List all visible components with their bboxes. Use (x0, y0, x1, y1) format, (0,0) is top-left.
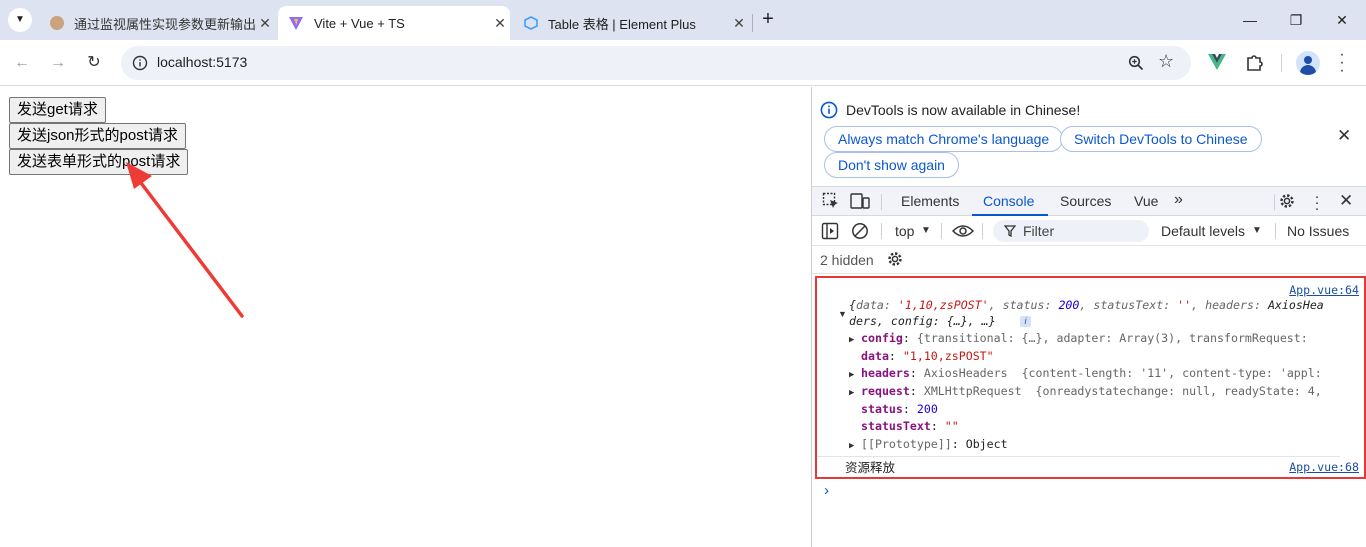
more-tabs-chevron-icon[interactable]: » (1174, 191, 1183, 209)
log-levels-selector[interactable]: Default levels (1161, 223, 1245, 239)
tab-title: Vite + Vue + TS (314, 15, 405, 31)
browser-tab-1[interactable]: 通过监视属性实现参数更新输出 ✕ (40, 6, 275, 40)
filter-funnel-icon (1004, 225, 1016, 237)
close-devtools-icon[interactable]: ✕ (1339, 191, 1353, 211)
tab-sources[interactable]: Sources (1060, 193, 1111, 209)
close-window-icon[interactable]: ✕ (1322, 8, 1362, 32)
close-tab-icon[interactable]: ✕ (729, 15, 749, 32)
console-toolbar: top ▼ Filter Default levels ▼ No Issues (812, 216, 1366, 246)
prop-prototype[interactable]: ▶ [[Prototype]]: Object (849, 436, 1008, 453)
log-object-summary[interactable]: {data: '1,10,zsPOST', status: 200, statu… (849, 297, 1363, 314)
console-filter-input[interactable]: Filter (993, 220, 1149, 242)
show-sidebar-icon[interactable] (821, 222, 839, 240)
filter-placeholder: Filter (1023, 223, 1055, 239)
tab-separator (752, 14, 753, 32)
chrome-menu-icon[interactable]: · · · (1336, 47, 1348, 79)
context-dropdown-icon[interactable]: ▼ (921, 225, 931, 236)
prop-headers[interactable]: ▶ headers: AxiosHeaders {content-length: … (849, 365, 1322, 382)
live-expression-eye-icon[interactable] (952, 223, 974, 239)
clear-console-icon[interactable] (851, 222, 869, 240)
tab-title: Table 表格 | Element Plus (548, 16, 696, 32)
hidden-count-label: 2 hidden (820, 252, 874, 268)
send-json-post-request-button[interactable]: 发送json形式的post请求 (9, 123, 186, 149)
prop-request[interactable]: ▶ request: XMLHttpRequest {onreadystatech… (849, 383, 1322, 400)
zoom-icon[interactable] (1128, 55, 1144, 71)
devtools-panel: DevTools is now available in Chinese! Al… (811, 87, 1366, 547)
send-get-request-button[interactable]: 发送get请求 (9, 97, 106, 123)
expand-triangle-icon[interactable]: ▶ (849, 438, 861, 455)
info-icon (820, 101, 838, 119)
tab-favicon-icon (50, 16, 64, 30)
site-info-icon[interactable] (132, 55, 148, 71)
switch-devtools-chinese-button[interactable]: Switch DevTools to Chinese (1060, 126, 1262, 152)
expand-triangle-icon[interactable]: ▼ (838, 309, 847, 319)
new-tab-button[interactable]: + (758, 9, 778, 31)
console-settings-gear-icon[interactable] (886, 250, 904, 268)
back-arrow-icon[interactable]: ← (10, 52, 34, 74)
expand-triangle-icon[interactable]: ▶ (849, 332, 861, 349)
log-divider (817, 456, 1340, 457)
log-object-summary-cont: ders, config: {…}, …} (849, 314, 996, 328)
browser-tab-strip: ▼ 通过监视属性实现参数更新输出 ✕ Vite + Vue + TS ✕ Tab… (0, 0, 1366, 40)
console-toolbar-separator (881, 223, 882, 239)
browser-tab-2[interactable]: Vite + Vue + TS ✕ (278, 6, 510, 40)
devtools-tab-bar: Elements Console Sources Vue » · · · ✕ (812, 186, 1366, 216)
hidden-messages-row: 2 hidden (812, 246, 1366, 274)
element-plus-logo-icon (524, 16, 538, 30)
object-info-badge-icon[interactable]: i (1020, 316, 1031, 327)
prop-data: data: "1,10,zsPOST" (861, 349, 994, 363)
console-toolbar-separator (1275, 223, 1276, 239)
console-prompt-chevron-icon[interactable]: › (824, 482, 829, 499)
vite-logo-icon (289, 17, 303, 30)
inspect-element-icon[interactable] (822, 192, 840, 210)
expand-triangle-icon[interactable]: ▶ (849, 367, 861, 384)
close-tab-icon[interactable]: ✕ (490, 15, 510, 32)
forward-arrow-icon[interactable]: → (46, 52, 70, 74)
source-link-app-vue-68[interactable]: App.vue:68 (1289, 459, 1359, 476)
dont-show-again-button[interactable]: Don't show again (824, 152, 959, 178)
device-toolbar-icon[interactable] (850, 192, 870, 210)
tab-search-button[interactable]: ▼ (8, 8, 32, 32)
close-tab-icon[interactable]: ✕ (255, 15, 275, 32)
issues-counter[interactable]: No Issues (1287, 223, 1349, 239)
vue-devtools-extension-icon[interactable] (1208, 54, 1226, 70)
devtools-language-message: DevTools is now available in Chinese! (846, 102, 1081, 118)
devtools-tab-separator (1274, 194, 1275, 210)
prop-config[interactable]: ▶ config: {transitional: {…}, adapter: Ar… (849, 330, 1308, 347)
console-toolbar-separator (941, 223, 942, 239)
tab-vue[interactable]: Vue (1134, 193, 1158, 209)
devtools-menu-icon[interactable]: · · · (1312, 189, 1322, 216)
expand-triangle-icon[interactable]: ▶ (849, 385, 861, 402)
tab-elements[interactable]: Elements (901, 193, 959, 209)
tab-console[interactable]: Console (983, 193, 1034, 209)
prop-statustext: statusText: "" (861, 419, 959, 433)
url-text[interactable]: localhost:5173 (157, 54, 247, 70)
browser-tab-3[interactable]: Table 表格 | Element Plus ✕ (514, 6, 749, 40)
settings-gear-icon[interactable] (1278, 192, 1296, 210)
close-banner-icon[interactable]: ✕ (1337, 126, 1351, 146)
address-bar[interactable]: localhost:5173 ☆ (121, 46, 1191, 80)
context-selector[interactable]: top (895, 223, 914, 239)
tab-title: 通过监视属性实现参数更新输出 (74, 16, 255, 32)
extensions-puzzle-icon[interactable] (1245, 53, 1263, 71)
restore-icon[interactable]: ❐ (1276, 8, 1316, 32)
devtools-tab-separator (881, 194, 882, 210)
prop-status: status: 200 (861, 402, 938, 416)
profile-avatar-icon[interactable] (1296, 51, 1320, 75)
bookmark-star-icon[interactable]: ☆ (1158, 51, 1174, 72)
log-message-resource-release: 资源释放 (845, 460, 896, 475)
toolbar-separator (1281, 54, 1282, 72)
page-viewport: 发送get请求 发送json形式的post请求 发送表单形式的post请求 (0, 87, 811, 547)
reload-icon[interactable]: ↻ (82, 52, 106, 74)
levels-dropdown-icon[interactable]: ▼ (1252, 225, 1262, 236)
browser-toolbar: ← → ↻ localhost:5173 ☆ · · · (0, 40, 1366, 86)
console-toolbar-separator (982, 223, 983, 239)
minimize-icon[interactable]: — (1230, 8, 1270, 32)
always-match-language-button[interactable]: Always match Chrome's language (824, 126, 1064, 152)
red-annotation-arrow (126, 162, 244, 318)
console-log-highlight: App.vue:64 {data: '1,10,zsPOST', status:… (815, 276, 1366, 479)
